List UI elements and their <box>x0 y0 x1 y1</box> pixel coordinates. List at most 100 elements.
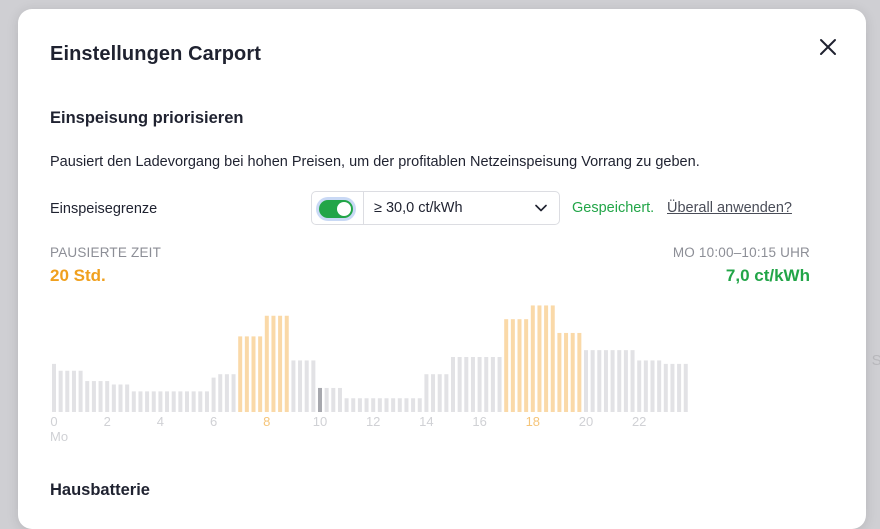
price-bar-0-1[interactable] <box>58 370 63 412</box>
price-bar-5-3[interactable] <box>204 391 209 413</box>
price-bar-4-3[interactable] <box>178 391 183 413</box>
price-bar-20-3[interactable] <box>603 350 608 413</box>
price-bar-5-2[interactable] <box>198 391 203 413</box>
price-bar-2-3[interactable] <box>125 384 130 413</box>
price-bar-21-1[interactable] <box>617 350 622 413</box>
price-bar-1-1[interactable] <box>85 381 90 412</box>
close-button[interactable] <box>818 37 838 57</box>
price-bar-10-1[interactable] <box>324 387 329 412</box>
price-bar-15-3[interactable] <box>470 357 475 412</box>
price-bar-3-2[interactable] <box>145 391 150 413</box>
price-bar-9-1[interactable] <box>298 360 303 412</box>
price-bar-18-1[interactable] <box>537 305 542 412</box>
price-bar-12-3[interactable] <box>391 398 396 412</box>
price-bar-6-2[interactable] <box>224 374 229 412</box>
price-bar-3-3[interactable] <box>151 391 156 413</box>
price-bar-0-0[interactable] <box>52 363 56 413</box>
price-bar-3-1[interactable] <box>138 391 143 413</box>
price-bar-20-2[interactable] <box>597 350 602 413</box>
price-bar-17-0[interactable] <box>504 319 509 412</box>
price-bar-1-2[interactable] <box>91 381 96 412</box>
price-bar-12-1[interactable] <box>377 398 382 412</box>
price-bar-0-2[interactable] <box>65 370 70 412</box>
price-bar-7-3[interactable] <box>258 336 263 413</box>
price-bar-11-0[interactable] <box>344 398 349 412</box>
price-bar-22-1[interactable] <box>643 360 648 412</box>
price-bar-18-0[interactable] <box>530 305 535 412</box>
price-bar-23-2[interactable] <box>677 363 682 413</box>
price-bar-12-0[interactable] <box>371 398 376 412</box>
price-bar-16-3[interactable] <box>497 357 502 412</box>
price-bar-17-2[interactable] <box>517 319 522 412</box>
price-bar-13-1[interactable] <box>404 398 409 412</box>
price-bar-17-3[interactable] <box>524 319 529 412</box>
price-bar-3-0[interactable] <box>131 391 136 413</box>
price-bar-8-3[interactable] <box>284 315 289 412</box>
price-bar-0-3[interactable] <box>71 370 76 412</box>
price-bar-21-2[interactable] <box>623 350 628 413</box>
price-bar-17-1[interactable] <box>510 319 515 412</box>
price-bar-23-1[interactable] <box>670 363 675 413</box>
price-bar-18-2[interactable] <box>544 305 549 412</box>
price-bar-13-0[interactable] <box>397 398 402 412</box>
price-bar-16-0[interactable] <box>477 357 482 412</box>
feed-in-toggle[interactable] <box>319 200 353 218</box>
price-bar-20-0[interactable] <box>584 350 588 413</box>
price-bar-7-1[interactable] <box>244 336 249 413</box>
price-bar-23-0[interactable] <box>663 363 668 413</box>
price-bar-11-3[interactable] <box>364 398 369 412</box>
price-bar-8-2[interactable] <box>278 315 283 412</box>
price-bar-5-1[interactable] <box>191 391 196 413</box>
price-bar-9-0[interactable] <box>291 360 296 412</box>
price-bar-1-3[interactable] <box>98 381 103 412</box>
price-bar-19-2[interactable] <box>570 332 575 412</box>
price-bar-22-2[interactable] <box>650 360 655 412</box>
price-bar-14-1[interactable] <box>431 374 436 412</box>
price-bar-14-3[interactable] <box>444 374 449 412</box>
price-bar-19-0[interactable] <box>557 332 562 412</box>
price-bar-14-0[interactable] <box>424 374 429 412</box>
price-bar-9-3[interactable] <box>311 360 316 412</box>
limit-select[interactable]: ≥ 30,0 ct/kWh <box>364 192 559 224</box>
price-bar-2-2[interactable] <box>118 384 123 413</box>
price-bar-9-2[interactable] <box>304 360 309 412</box>
price-bar-4-0[interactable] <box>158 391 163 413</box>
price-bar-16-1[interactable] <box>484 357 489 412</box>
price-bar-13-2[interactable] <box>411 398 416 412</box>
price-bar-10-3[interactable] <box>337 387 342 412</box>
price-bar-16-2[interactable] <box>490 357 495 412</box>
price-bar-19-3[interactable] <box>577 332 582 412</box>
price-bar-6-3[interactable] <box>231 374 236 412</box>
price-bar-8-0[interactable] <box>264 315 269 412</box>
price-bar-11-1[interactable] <box>351 398 356 412</box>
price-bar-22-0[interactable] <box>637 360 642 412</box>
price-bar-20-1[interactable] <box>590 350 595 413</box>
price-bar-7-2[interactable] <box>251 336 256 413</box>
price-bar-10-0[interactable] <box>318 387 322 412</box>
price-bar-15-1[interactable] <box>457 357 462 412</box>
price-bar-2-1[interactable] <box>111 384 116 413</box>
price-bar-8-1[interactable] <box>271 315 276 412</box>
price-bar-4-1[interactable] <box>165 391 170 413</box>
price-bar-21-3[interactable] <box>630 350 635 413</box>
price-bar-15-2[interactable] <box>464 357 469 412</box>
price-bar-18-3[interactable] <box>550 305 555 412</box>
price-bar-4-2[interactable] <box>171 391 176 413</box>
price-bar-12-2[interactable] <box>384 398 389 412</box>
price-bar-19-1[interactable] <box>564 332 569 412</box>
price-bar-7-0[interactable] <box>238 336 243 413</box>
price-bar-11-2[interactable] <box>357 398 362 412</box>
price-bar-6-0[interactable] <box>211 377 216 413</box>
price-bar-22-3[interactable] <box>657 360 662 412</box>
apply-everywhere-link[interactable]: Überall anwenden? <box>667 200 792 216</box>
price-bar-6-1[interactable] <box>218 374 223 412</box>
price-bar-23-3[interactable] <box>683 363 688 413</box>
price-bar-21-0[interactable] <box>610 350 615 413</box>
price-bar-15-0[interactable] <box>451 357 455 412</box>
price-bar-1-0[interactable] <box>78 370 83 412</box>
price-bar-5-0[interactable] <box>185 391 189 413</box>
price-bar-10-2[interactable] <box>331 387 336 412</box>
price-bar-14-2[interactable] <box>437 374 442 412</box>
price-bar-2-0[interactable] <box>105 381 110 412</box>
price-bar-13-3[interactable] <box>417 398 422 412</box>
